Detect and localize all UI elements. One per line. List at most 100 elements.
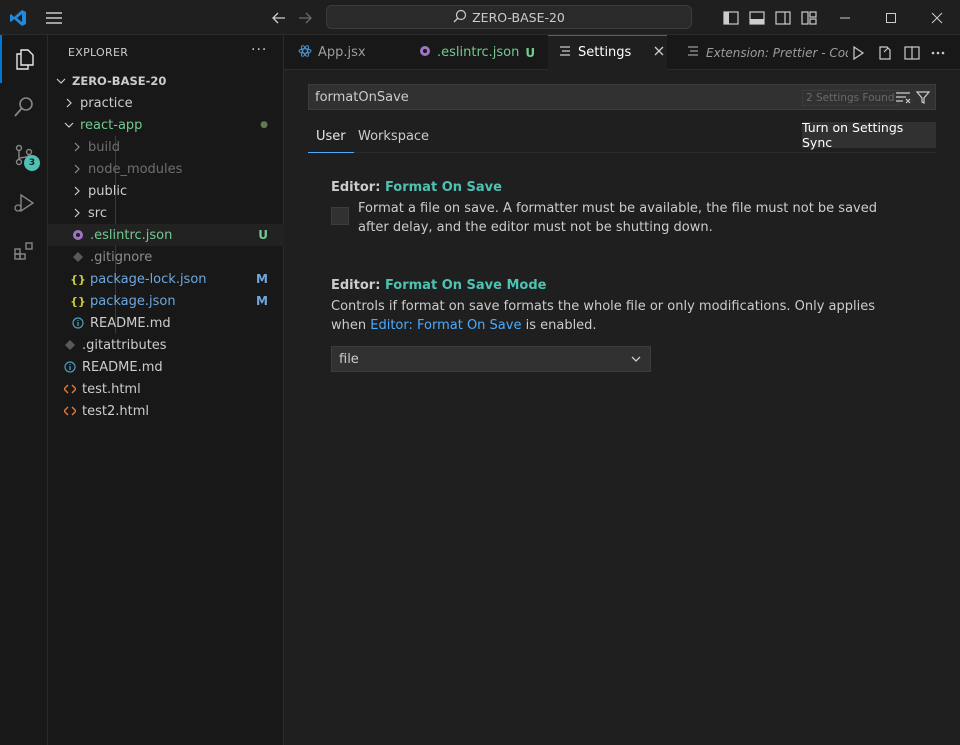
- tree-item-label: README.md: [90, 315, 171, 331]
- tree-folder-react-app[interactable]: react-app ●: [48, 114, 284, 136]
- tree-folder-practice[interactable]: practice: [48, 92, 284, 114]
- tree-folder-build[interactable]: build: [48, 136, 284, 158]
- tab-label: Extension: Prettier - Code: [706, 45, 848, 60]
- source-control-icon[interactable]: [0, 131, 48, 179]
- chevron-right-icon: [70, 180, 84, 202]
- tree-item-label: package.json: [90, 293, 176, 309]
- split-editor-icon[interactable]: [903, 44, 921, 62]
- tree-file-test-html[interactable]: test.html: [48, 378, 284, 400]
- format-on-save-checkbox[interactable]: [331, 207, 349, 225]
- info-file-icon: [62, 356, 78, 378]
- setting-name: Format On Save: [384, 180, 502, 195]
- explorer-root-folder[interactable]: ZERO-BASE-20: [48, 70, 284, 92]
- setting-format-on-save: Editor: Format On Save Format a file on …: [331, 180, 911, 237]
- tab-eslintrc[interactable]: .eslintrc.json U: [409, 35, 545, 70]
- tree-file-readme-react[interactable]: README.md: [48, 312, 284, 334]
- explorer-title: EXPLORER: [68, 46, 129, 59]
- settings-editor: 2 Settings Found User Workspace Turn on …: [284, 70, 960, 745]
- search-icon: [453, 9, 467, 26]
- more-actions-icon[interactable]: [929, 44, 947, 62]
- explorer-sidebar: EXPLORER ··· ZERO-BASE-20 practice react…: [48, 35, 284, 745]
- customize-layout-icon[interactable]: [800, 9, 818, 27]
- toggle-primary-sidebar-icon[interactable]: [722, 9, 740, 27]
- command-center-label: ZERO-BASE-20: [472, 9, 565, 25]
- tree-item-label: build: [88, 139, 120, 155]
- title-bar: ZERO-BASE-20: [0, 0, 960, 35]
- chevron-down-icon: [54, 70, 68, 92]
- chevron-down-icon: [630, 353, 642, 365]
- tree-folder-src[interactable]: src: [48, 202, 284, 224]
- tree-item-label: .gitignore: [90, 249, 153, 265]
- forward-arrow-icon[interactable]: [296, 9, 314, 27]
- vscode-logo-icon: [9, 9, 27, 27]
- explorer-icon[interactable]: [0, 35, 48, 83]
- extensions-icon[interactable]: [0, 227, 48, 275]
- react-file-icon: [298, 44, 312, 62]
- setting-name: Format On Save Mode: [384, 278, 547, 293]
- scope-tab-workspace[interactable]: Workspace: [350, 122, 437, 153]
- tree-file-package-lock[interactable]: {} package-lock.json M: [48, 268, 284, 290]
- tree-item-label: README.md: [82, 359, 163, 375]
- maximize-button[interactable]: [868, 0, 914, 35]
- git-file-icon: [70, 246, 86, 268]
- minimize-button[interactable]: [822, 0, 868, 35]
- back-arrow-icon[interactable]: [270, 9, 288, 27]
- tab-settings[interactable]: Settings: [548, 35, 667, 70]
- git-status-badge: M: [256, 272, 268, 286]
- tree-file-test2-html[interactable]: test2.html: [48, 400, 284, 422]
- setting-description: Controls if format on save formats the w…: [331, 297, 901, 335]
- settings-sync-button[interactable]: Turn on Settings Sync: [802, 120, 936, 150]
- chevron-right-icon: [62, 92, 76, 114]
- setting-category: Editor:: [331, 180, 385, 195]
- eslint-file-icon: [70, 224, 86, 246]
- tree-file-readme[interactable]: README.md: [48, 356, 284, 378]
- menu-icon[interactable]: [44, 10, 64, 26]
- tree-item-label: node_modules: [88, 161, 183, 177]
- explorer-more-actions[interactable]: ···: [251, 42, 267, 58]
- tree-file-gitignore[interactable]: .gitignore: [48, 246, 284, 268]
- tree-item-label: practice: [80, 95, 133, 111]
- setting-title: Editor: Format On Save Mode: [331, 278, 911, 293]
- tree-item-label: test2.html: [82, 403, 149, 419]
- git-status-badge: M: [256, 294, 268, 308]
- select-value: file: [339, 351, 359, 367]
- git-file-icon: [62, 334, 78, 356]
- clear-filter-icon[interactable]: [895, 89, 911, 105]
- toggle-panel-icon[interactable]: [748, 9, 766, 27]
- settings-list-icon: [558, 44, 572, 62]
- open-settings-json-icon[interactable]: [876, 44, 894, 62]
- tab-app-jsx[interactable]: App.jsx: [288, 35, 376, 70]
- tab-close-icon[interactable]: [653, 45, 665, 61]
- settings-search-box[interactable]: 2 Settings Found: [308, 84, 936, 110]
- scope-tab-user[interactable]: User: [308, 122, 354, 153]
- run-icon[interactable]: [849, 44, 867, 62]
- json-file-icon: {}: [70, 294, 86, 308]
- tree-item-label: public: [88, 183, 128, 199]
- toggle-secondary-sidebar-icon[interactable]: [774, 9, 792, 27]
- editor-tab-bar: App.jsx .eslintrc.json U Settings Extens…: [284, 35, 960, 70]
- html-file-icon: [62, 378, 78, 400]
- setting-description: Format a file on save. A formatter must …: [358, 201, 877, 235]
- tree-file-gitattributes[interactable]: .gitattributes: [48, 334, 284, 356]
- close-window-button[interactable]: [914, 0, 960, 35]
- tree-file-package[interactable]: {} package.json M: [48, 290, 284, 312]
- tab-git-status: U: [525, 45, 536, 60]
- search-icon[interactable]: [0, 83, 48, 131]
- setting-description-text: is enabled.: [521, 318, 597, 333]
- tree-folder-public[interactable]: public: [48, 180, 284, 202]
- setting-reference-link[interactable]: Editor: Format On Save: [370, 318, 521, 333]
- chevron-down-icon: [62, 114, 76, 136]
- command-center-search[interactable]: ZERO-BASE-20: [326, 5, 692, 29]
- filter-icon[interactable]: [915, 89, 931, 105]
- tree-item-label: .eslintrc.json: [90, 227, 173, 243]
- tab-label: Settings: [578, 45, 632, 60]
- chevron-right-icon: [70, 136, 84, 158]
- run-debug-icon[interactable]: [0, 179, 48, 227]
- format-on-save-mode-select[interactable]: file: [331, 346, 651, 372]
- tree-folder-node-modules[interactable]: node_modules: [48, 158, 284, 180]
- tree-file-eslintrc[interactable]: .eslintrc.json U: [48, 224, 284, 246]
- settings-search-input[interactable]: [315, 89, 785, 105]
- setting-title: Editor: Format On Save: [331, 180, 911, 195]
- settings-found-count: 2 Settings Found: [802, 90, 899, 106]
- tab-extension-prettier[interactable]: Extension: Prettier - Code: [676, 35, 848, 70]
